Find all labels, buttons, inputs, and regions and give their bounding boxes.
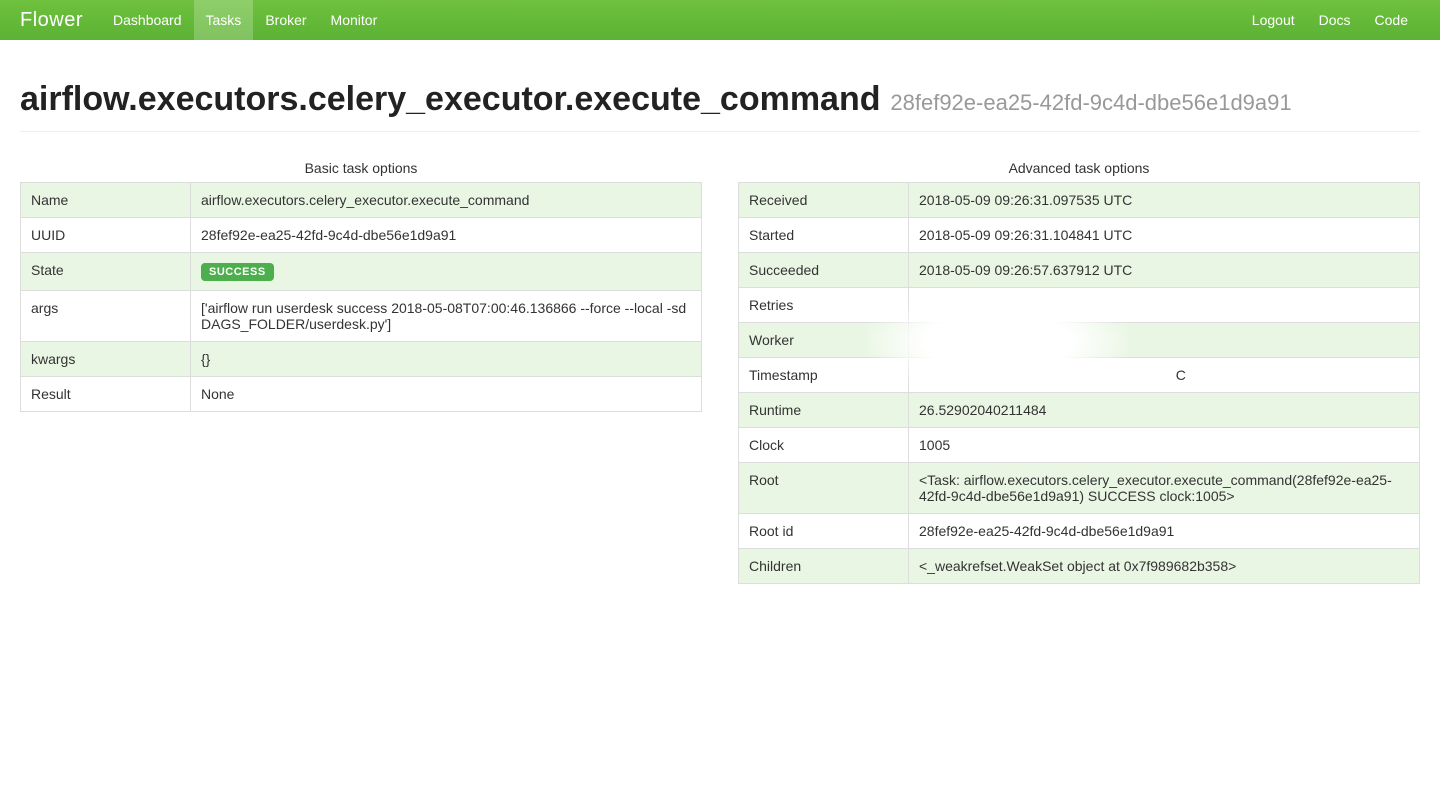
table-row: Timestamp C xyxy=(739,358,1420,393)
table-row: Clock1005 xyxy=(739,428,1420,463)
advanced-value: 2018-05-09 09:26:57.637912 UTC xyxy=(909,253,1420,288)
table-row: Received2018-05-09 09:26:31.097535 UTC xyxy=(739,183,1420,218)
nav-item-broker[interactable]: Broker xyxy=(253,0,318,40)
basic-key: State xyxy=(21,253,191,291)
table-row: ResultNone xyxy=(21,377,702,412)
advanced-key: Received xyxy=(739,183,909,218)
table-row: State SUCCESS xyxy=(21,253,702,291)
advanced-value: 26.52902040211484 xyxy=(909,393,1420,428)
basic-key: args xyxy=(21,291,191,342)
brand[interactable]: Flower xyxy=(20,9,83,32)
advanced-value: 2018-05-09 09:26:31.104841 UTC xyxy=(909,218,1420,253)
advanced-value: C xyxy=(909,358,1420,393)
advanced-table: Received2018-05-09 09:26:31.097535 UTCSt… xyxy=(738,182,1420,584)
nav-left: DashboardTasksBrokerMonitor xyxy=(101,0,389,40)
advanced-key: Started xyxy=(739,218,909,253)
nav-item-tasks[interactable]: Tasks xyxy=(194,0,254,40)
basic-key: UUID xyxy=(21,218,191,253)
basic-caption: Basic task options xyxy=(20,152,702,182)
advanced-value xyxy=(909,288,1420,323)
basic-table: Nameairflow.executors.celery_executor.ex… xyxy=(20,182,702,412)
advanced-key: Retries xyxy=(739,288,909,323)
basic-key: Result xyxy=(21,377,191,412)
table-row: Retries xyxy=(739,288,1420,323)
basic-value: {} xyxy=(191,342,702,377)
advanced-value: 1005 xyxy=(909,428,1420,463)
nav-item-docs[interactable]: Docs xyxy=(1307,0,1363,40)
basic-value: ['airflow run userdesk success 2018-05-0… xyxy=(191,291,702,342)
table-row: kwargs{} xyxy=(21,342,702,377)
table-row: Worker xyxy=(739,323,1420,358)
basic-value: None xyxy=(191,377,702,412)
table-row: Root id28fef92e-ea25-42fd-9c4d-dbe56e1d9… xyxy=(739,514,1420,549)
table-row: Children<_weakrefset.WeakSet object at 0… xyxy=(739,549,1420,584)
table-row: Succeeded2018-05-09 09:26:57.637912 UTC xyxy=(739,253,1420,288)
nav-item-monitor[interactable]: Monitor xyxy=(319,0,390,40)
advanced-key: Succeeded xyxy=(739,253,909,288)
advanced-key: Clock xyxy=(739,428,909,463)
advanced-key: Root xyxy=(739,463,909,514)
advanced-value: <_weakrefset.WeakSet object at 0x7f98968… xyxy=(909,549,1420,584)
advanced-key: Root id xyxy=(739,514,909,549)
table-row: Nameairflow.executors.celery_executor.ex… xyxy=(21,183,702,218)
table-row: Runtime26.52902040211484 xyxy=(739,393,1420,428)
basic-value: 28fef92e-ea25-42fd-9c4d-dbe56e1d9a91 xyxy=(191,218,702,253)
advanced-value xyxy=(909,323,1420,358)
advanced-col: Advanced task options Received2018-05-09… xyxy=(738,152,1420,584)
nav-item-logout[interactable]: Logout xyxy=(1240,0,1307,40)
advanced-key: Timestamp xyxy=(739,358,909,393)
nav-item-dashboard[interactable]: Dashboard xyxy=(101,0,194,40)
status-badge: SUCCESS xyxy=(201,263,274,281)
advanced-key: Runtime xyxy=(739,393,909,428)
advanced-key: Worker xyxy=(739,323,909,358)
page-title: airflow.executors.celery_executor.execut… xyxy=(20,80,881,118)
navbar: Flower DashboardTasksBrokerMonitor Logou… xyxy=(0,0,1440,40)
advanced-key: Children xyxy=(739,549,909,584)
basic-key: Name xyxy=(21,183,191,218)
advanced-value: 2018-05-09 09:26:31.097535 UTC xyxy=(909,183,1420,218)
advanced-value: <Task: airflow.executors.celery_executor… xyxy=(909,463,1420,514)
table-row: args['airflow run userdesk success 2018-… xyxy=(21,291,702,342)
page-header: airflow.executors.celery_executor.execut… xyxy=(20,80,1420,132)
basic-value: SUCCESS xyxy=(191,253,702,291)
table-row: Started2018-05-09 09:26:31.104841 UTC xyxy=(739,218,1420,253)
advanced-value: 28fef92e-ea25-42fd-9c4d-dbe56e1d9a91 xyxy=(909,514,1420,549)
basic-col: Basic task options Nameairflow.executors… xyxy=(20,152,702,584)
nav-item-code[interactable]: Code xyxy=(1363,0,1420,40)
page-subtitle: 28fef92e-ea25-42fd-9c4d-dbe56e1d9a91 xyxy=(890,90,1291,115)
table-row: UUID28fef92e-ea25-42fd-9c4d-dbe56e1d9a91 xyxy=(21,218,702,253)
nav-right: LogoutDocsCode xyxy=(1240,0,1420,40)
basic-key: kwargs xyxy=(21,342,191,377)
advanced-caption: Advanced task options xyxy=(738,152,1420,182)
basic-value: airflow.executors.celery_executor.execut… xyxy=(191,183,702,218)
table-row: Root<Task: airflow.executors.celery_exec… xyxy=(739,463,1420,514)
